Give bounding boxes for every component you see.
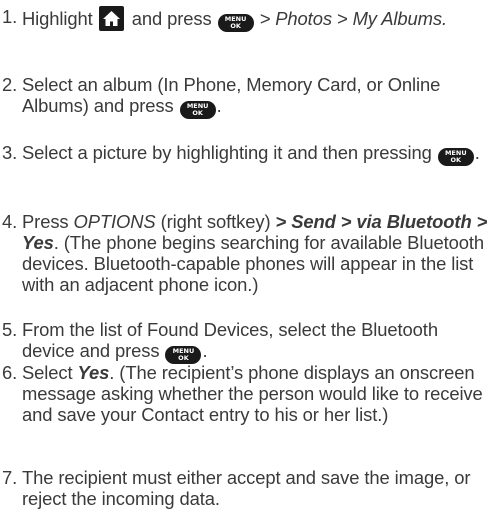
menu-ok-key-icon: MENU OK xyxy=(217,14,254,32)
step-text-part: From the list of Found Devices, select t… xyxy=(22,319,438,361)
step-number: 1. xyxy=(2,6,18,27)
home-icon xyxy=(98,6,124,31)
step-text-part: Select a picture by highlighting it and … xyxy=(22,142,432,163)
step-text-part: Highlight xyxy=(22,8,93,29)
step-number: 4. xyxy=(2,211,18,232)
step-text-part: . xyxy=(202,340,208,361)
step-number: 3. xyxy=(2,142,18,163)
step-text-part: Press xyxy=(22,211,69,232)
step-text: From the list of Found Devices, select t… xyxy=(22,319,490,364)
manual-page: 1. Highlight and press MENU OK > Photos >… xyxy=(0,0,491,509)
step-text-part: Select xyxy=(22,362,73,383)
step-number: 5. xyxy=(2,319,18,340)
step-text: The recipient must either accept and sav… xyxy=(22,467,490,509)
menu-path: > Photos > My Albums. xyxy=(259,8,447,29)
step-text-part: Select an album (In Phone, Memory Card, … xyxy=(22,74,441,116)
step-number: 6. xyxy=(2,362,18,383)
step-text: Highlight and press MENU OK > Photos > My… xyxy=(22,6,490,32)
option-label: Yes xyxy=(77,362,110,383)
step-text: Select a picture by highlighting it and … xyxy=(22,142,490,166)
step-text-part: (right softkey) xyxy=(160,211,271,232)
step-text-part: . (The phone begins searching for availa… xyxy=(22,232,484,295)
softkey-label: OPTIONS xyxy=(73,211,156,232)
step-text-part: The recipient must either accept and sav… xyxy=(22,467,471,509)
step-text-part: . xyxy=(216,95,222,116)
step-text: Select an album (In Phone, Memory Card, … xyxy=(22,74,490,119)
step-text-part: . xyxy=(474,142,480,163)
step-number: 2. xyxy=(2,74,18,95)
step-text-part: and press xyxy=(131,8,212,29)
step-text: Select Yes. (The recipient’s phone displ… xyxy=(22,362,490,425)
menu-ok-key-icon: MENU OK xyxy=(437,148,474,166)
step-text: Press OPTIONS (right softkey) > Send > v… xyxy=(22,211,490,295)
menu-ok-key-icon: MENU OK xyxy=(179,101,216,119)
step-number: 7. xyxy=(2,467,18,488)
